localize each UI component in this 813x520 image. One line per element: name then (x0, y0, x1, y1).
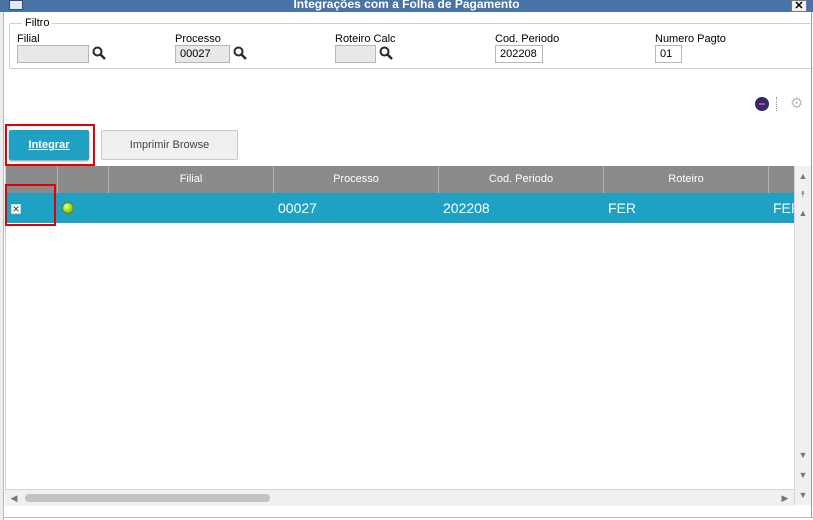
window-right-border (811, 12, 812, 518)
cell-processo: 00027 (278, 200, 317, 216)
highlight-integrar (5, 124, 95, 166)
window-title: Integrações com a Folha de Pagamento (293, 0, 520, 11)
table-row[interactable]: ✕ 00027 202208 FER FER (6, 193, 795, 223)
scroll-page-down-icon[interactable]: ▼ (795, 468, 811, 482)
vertical-scrollbar[interactable]: ▲ ⯭ ▲ ▼ ▼ ▼ (794, 166, 811, 505)
filter-group (9, 23, 813, 69)
close-button[interactable]: ✕ (791, 0, 807, 12)
roteiro-calc-field[interactable] (335, 45, 376, 63)
column-header-roteiro[interactable]: Roteiro (604, 166, 769, 193)
grid-header: Filial Processo Cod. Periodo Roteiro (6, 166, 795, 193)
window-titlebar: Integrações com a Folha de Pagamento ✕ (0, 0, 813, 12)
browse-grid: Filial Processo Cod. Periodo Roteiro ✕ 0… (5, 166, 795, 489)
horizontal-scrollbar[interactable]: ◀ ▶ (5, 489, 794, 506)
filial-label: Filial (17, 33, 40, 45)
cod-periodo-label: Cod. Periodo (495, 33, 560, 45)
search-icon[interactable] (92, 46, 106, 60)
scroll-left-icon[interactable]: ◀ (7, 490, 21, 506)
window-left-border (0, 12, 4, 520)
scroll-page-up-icon[interactable]: ▲ (795, 206, 811, 220)
scroll-top-icon[interactable]: ⯭ (795, 187, 811, 201)
scroll-right-icon[interactable]: ▶ (778, 490, 792, 506)
numero-pagto-field[interactable]: 01 (655, 45, 682, 63)
status-green-icon (62, 202, 74, 214)
imprimir-browse-button[interactable]: Imprimir Browse (101, 130, 238, 160)
scroll-up-icon[interactable]: ▲ (795, 169, 811, 183)
search-icon[interactable] (379, 46, 393, 60)
cell-roteiro: FER (608, 200, 636, 216)
column-header-extra[interactable] (769, 166, 795, 193)
cell-extra: FER (773, 200, 795, 216)
column-header-processo[interactable]: Processo (274, 166, 439, 193)
window-bottom-border (3, 517, 813, 518)
scroll-down-icon[interactable]: ▼ (795, 448, 811, 462)
filial-field[interactable] (17, 45, 89, 63)
column-header-status[interactable] (58, 166, 109, 193)
filter-legend: Filtro (22, 17, 53, 29)
column-header-cod-periodo[interactable]: Cod. Periodo (439, 166, 604, 193)
processo-label: Processo (175, 33, 221, 45)
processo-field[interactable]: 00027 (175, 45, 230, 63)
separator (776, 97, 778, 111)
column-header-filial[interactable]: Filial (109, 166, 274, 193)
cell-cod-periodo: 202208 (443, 200, 490, 216)
horizontal-scroll-thumb[interactable] (25, 494, 270, 502)
search-icon[interactable] (233, 46, 247, 60)
numero-pagto-label: Numero Pagto (655, 33, 726, 45)
roteiro-calc-label: Roteiro Calc (335, 33, 396, 45)
minus-circle-icon[interactable] (755, 97, 769, 111)
highlight-checkbox (5, 184, 56, 226)
gear-icon[interactable]: ⚙ (790, 96, 803, 112)
cod-periodo-field[interactable]: 202208 (495, 45, 543, 63)
scroll-bottom-icon[interactable]: ▼ (795, 488, 811, 502)
